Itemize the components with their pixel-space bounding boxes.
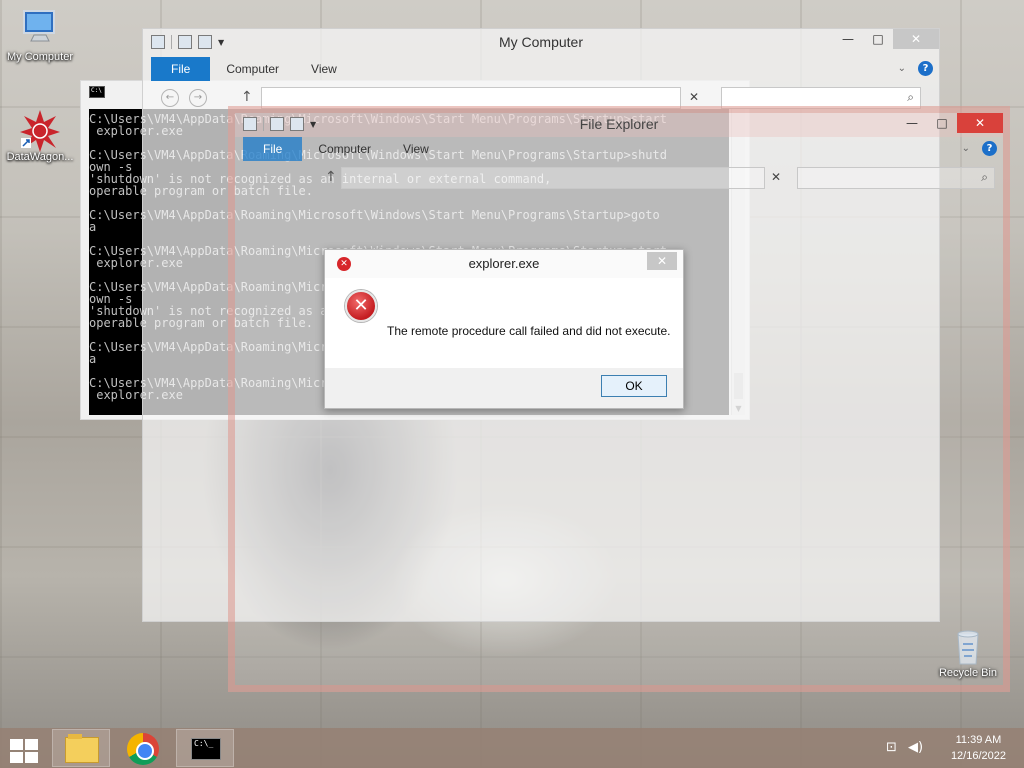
window-title: My Computer [498,34,584,50]
help-icon[interactable]: ? [918,61,933,76]
folder-icon [65,734,99,763]
help-icon[interactable]: ? [982,141,997,156]
file-explorer-titlebar[interactable]: ▼ File Explorer — □ ✕ [235,113,1003,137]
system-tray: ⊡ ◀) 11:39 AM 12/16/2022 [884,728,1024,768]
windows-logo-pane [10,752,23,763]
desktop-icon-label: My Computer [6,51,74,63]
close-button[interactable]: ✕ [893,29,939,49]
error-dialog[interactable]: ✕ explorer.exe ✕ ✕ The remote procedure … [324,249,684,409]
minimize-button[interactable]: — [833,29,863,49]
my-computer-titlebar[interactable]: ▼ My Computer — □ ✕ [143,29,939,57]
refresh-icon[interactable]: ✕ [771,170,781,184]
tab-file[interactable]: File [243,137,303,161]
search-box[interactable]: ⌕ [797,167,995,189]
taskbar-file-explorer[interactable] [52,729,110,767]
up-icon[interactable]: ↑ [241,89,253,105]
desktop-icon-label: DataWagon... [6,151,74,163]
address-row: ↑ ✕ ⌕ [235,161,1003,195]
dialog-message: The remote procedure call failed and did… [387,324,671,338]
windows-logo-pane [25,752,38,763]
taskbar: C:\_ ⊡ ◀) 11:39 AM 12/16/2022 [0,728,1024,768]
clock[interactable]: 11:39 AM 12/16/2022 [951,732,1006,764]
expand-ribbon-icon[interactable]: ⌄ [962,143,970,154]
back-icon[interactable]: ← [161,89,179,107]
expand-ribbon-icon[interactable]: ⌄ [898,63,906,74]
monitor-icon [18,8,62,48]
clock-time: 11:39 AM [955,734,1002,746]
cmd-icon: C:\ [89,86,105,98]
tab-computer[interactable]: Computer [302,137,387,161]
windows-logo-pane [25,739,38,750]
dialog-close-button[interactable]: ✕ [647,252,677,270]
search-icon: ⌕ [907,90,914,104]
dialog-title: explorer.exe [468,256,540,271]
taskbar-cmd[interactable]: C:\_ [176,729,234,767]
network-icon[interactable]: ⊡ [886,740,897,755]
start-button[interactable] [8,736,38,763]
desktop-icon-my-computer[interactable]: My Computer [0,8,80,63]
ribbon-tabs: File Computer View ⌄ ? [235,137,1003,161]
ribbon-tabs: File Computer View ⌄ ? [143,57,939,81]
address-bar[interactable] [341,167,765,189]
tab-view[interactable]: View [295,57,353,81]
maximize-button[interactable]: □ [927,113,957,133]
error-icon: ✕ [345,290,377,322]
dialog-body: ✕ The remote procedure call failed and d… [325,278,683,368]
taskbar-chrome[interactable] [114,729,172,767]
forward-icon[interactable]: → [189,89,207,107]
caption-buttons: — □ ✕ [897,113,1003,133]
up-icon[interactable]: ↑ [325,169,337,185]
windows-logo-icon [10,739,23,750]
desktop-icon-datawagon[interactable]: DataWagon... [0,108,80,163]
dialog-titlebar[interactable]: ✕ explorer.exe ✕ [325,250,683,278]
tab-file[interactable]: File [151,57,211,81]
tab-computer[interactable]: Computer [210,57,295,81]
tab-view[interactable]: View [387,137,445,161]
search-icon: ⌕ [981,170,988,184]
caption-buttons: — □ ✕ [833,29,939,49]
close-button[interactable]: ✕ [957,113,1003,133]
clock-date: 12/16/2022 [950,750,1006,762]
ok-button[interactable]: OK [601,375,667,397]
cmd-icon: C:\_ [191,738,221,760]
minimize-button[interactable]: — [897,113,927,133]
datawagon-icon [18,108,62,152]
volume-icon[interactable]: ◀) [908,740,923,755]
window-title: File Explorer [579,116,659,132]
refresh-icon[interactable]: ✕ [689,90,699,104]
chrome-icon [127,733,159,765]
maximize-button[interactable]: □ [863,29,893,49]
